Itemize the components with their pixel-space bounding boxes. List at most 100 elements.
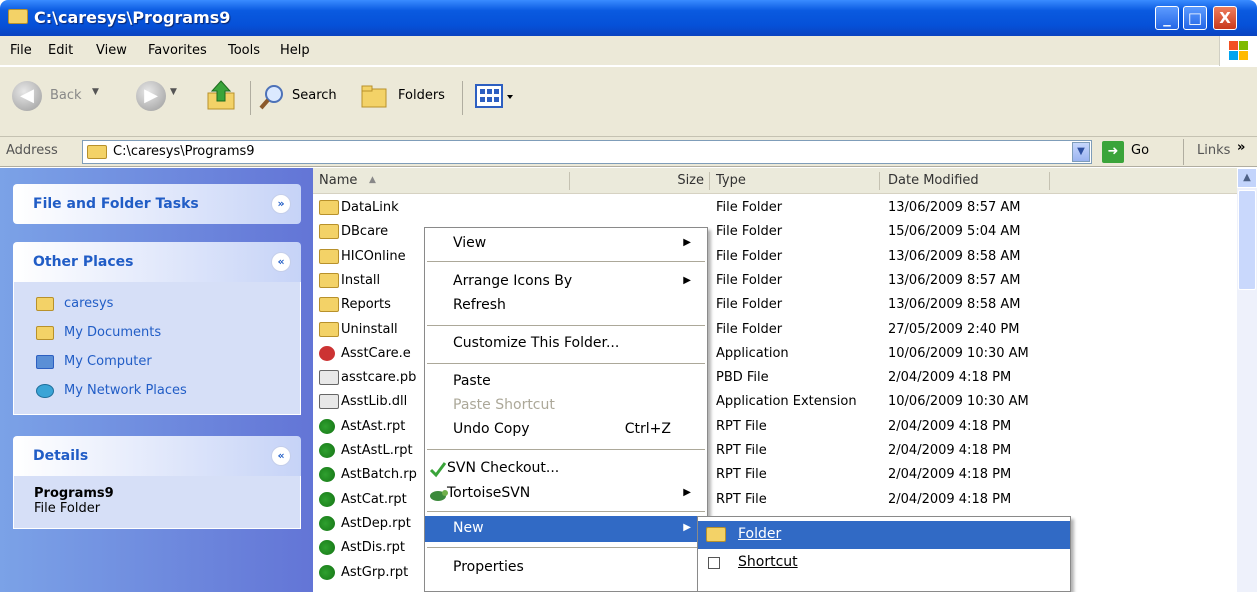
file-name[interactable]: AsstCare.e xyxy=(341,342,411,366)
menu-item-paste[interactable]: Paste xyxy=(425,369,707,395)
search-button[interactable]: Search xyxy=(292,88,337,103)
place-my-network-places[interactable]: My Network Places xyxy=(14,377,300,406)
file-name[interactable]: DataLink xyxy=(341,196,399,220)
file-name[interactable]: AsstLib.dll xyxy=(341,390,407,414)
column-name[interactable]: Name ▲ xyxy=(313,168,570,194)
column-date[interactable]: Date Modified xyxy=(880,168,1050,194)
folders-icon[interactable] xyxy=(360,83,390,109)
up-folder-icon[interactable] xyxy=(206,79,236,111)
column-type[interactable]: Type xyxy=(710,168,880,194)
menu-item-new[interactable]: New ▶ xyxy=(425,516,707,542)
menu-file[interactable]: File xyxy=(10,43,32,58)
details-header[interactable]: Details « xyxy=(13,436,301,476)
go-arrow-icon[interactable]: ➜ xyxy=(1102,141,1124,163)
submenu-item-label: Shortcut xyxy=(738,554,798,570)
folder-icon xyxy=(319,200,339,215)
place-caresys[interactable]: caresys xyxy=(14,290,300,319)
links-button[interactable]: Links xyxy=(1197,143,1230,158)
links-chevron-icon[interactable]: » xyxy=(1237,140,1245,155)
file-name[interactable]: HICOnline xyxy=(341,245,406,269)
details-panel: Details « Programs9 File Folder xyxy=(13,436,301,529)
file-row[interactable]: DataLink File Folder 13/06/2009 8:57 AM xyxy=(313,196,1073,220)
file-name[interactable]: Uninstall xyxy=(341,318,398,342)
other-places-header[interactable]: Other Places « xyxy=(13,242,301,282)
file-name[interactable]: DBcare xyxy=(341,220,388,244)
address-input[interactable]: C:\caresys\Programs9 ▼ xyxy=(82,140,1092,164)
file-name[interactable]: AstDis.rpt xyxy=(341,536,405,560)
expand-icon[interactable]: » xyxy=(271,194,291,214)
submenu-item-folder[interactable]: Folder xyxy=(698,521,1070,549)
maximize-button[interactable]: □ xyxy=(1183,6,1207,30)
place-label[interactable]: My Network Places xyxy=(64,383,187,398)
back-dropdown-icon[interactable]: ▼ xyxy=(92,87,99,97)
folder-icon xyxy=(319,321,339,337)
menu-edit[interactable]: Edit xyxy=(48,43,73,58)
menu-item-label: Refresh xyxy=(453,297,506,313)
menu-item-label: Paste xyxy=(453,373,491,389)
file-name[interactable]: AstGrp.rpt xyxy=(341,561,408,585)
forward-arrow-icon[interactable]: ▶ xyxy=(136,81,166,111)
details-body: Programs9 File Folder xyxy=(13,476,301,529)
place-label[interactable]: My Documents xyxy=(64,325,161,340)
file-date: 13/06/2009 8:57 AM xyxy=(888,200,1021,215)
file-date: 10/06/2009 10:30 AM xyxy=(888,345,1029,361)
column-size[interactable]: Size xyxy=(570,168,710,194)
file-name[interactable]: AstCat.rpt xyxy=(341,488,407,512)
file-name[interactable]: AstAstL.rpt xyxy=(341,439,413,463)
search-icon[interactable] xyxy=(258,83,286,111)
file-name[interactable]: AstBatch.rp xyxy=(341,463,417,487)
file-folder-tasks-header[interactable]: File and Folder Tasks » xyxy=(13,184,301,224)
menu-item-arrange-icons[interactable]: Arrange Icons By ▶ xyxy=(425,269,707,295)
back-arrow-icon[interactable]: ◀ xyxy=(12,81,42,111)
vertical-scrollbar[interactable]: ▲ xyxy=(1237,168,1257,592)
close-button[interactable]: X xyxy=(1213,6,1237,30)
report-file-icon xyxy=(319,418,335,434)
menu-favorites[interactable]: Favorites xyxy=(148,43,207,58)
place-label[interactable]: My Computer xyxy=(64,354,152,369)
menu-item-refresh[interactable]: Refresh xyxy=(425,293,707,319)
collapse-icon[interactable]: « xyxy=(271,252,291,272)
file-date: 2/04/2009 4:18 PM xyxy=(888,443,1012,458)
file-name[interactable]: AstAst.rpt xyxy=(341,415,405,439)
scroll-up-icon[interactable]: ▲ xyxy=(1237,168,1257,188)
submenu-item-label: Folder xyxy=(738,526,782,542)
menu-tools[interactable]: Tools xyxy=(228,43,260,58)
submenu-arrow-icon: ▶ xyxy=(683,275,691,286)
file-date: 2/04/2009 4:18 PM xyxy=(888,370,1012,386)
menu-item-svn-checkout[interactable]: SVN Checkout... xyxy=(425,456,707,482)
scroll-thumb[interactable] xyxy=(1238,190,1256,290)
collapse-icon[interactable]: « xyxy=(271,446,291,466)
menu-item-view[interactable]: View ▶ xyxy=(425,231,707,257)
menu-view[interactable]: View xyxy=(96,43,127,58)
menu-item-label: SVN Checkout... xyxy=(447,460,560,476)
file-name[interactable]: AstDep.rpt xyxy=(341,512,411,536)
back-button[interactable]: Back xyxy=(50,88,82,103)
folders-button[interactable]: Folders xyxy=(398,88,445,103)
go-button[interactable]: Go xyxy=(1131,143,1149,158)
folder-icon xyxy=(319,248,339,264)
file-name[interactable]: asstcare.pb xyxy=(341,366,416,390)
submenu-arrow-icon: ▶ xyxy=(683,487,691,498)
menu-item-tortoisesvn[interactable]: TortoiseSVN ▶ xyxy=(425,481,707,507)
minimize-button[interactable]: _ xyxy=(1155,6,1179,30)
submenu-item-shortcut[interactable]: Shortcut xyxy=(698,549,1070,577)
panel-title: Details xyxy=(33,448,89,464)
file-name[interactable]: Install xyxy=(341,269,380,293)
menu-separator xyxy=(427,511,705,512)
panel-title: Other Places xyxy=(33,254,134,270)
address-path[interactable]: C:\caresys\Programs9 xyxy=(113,144,255,159)
menu-item-customize-folder[interactable]: Customize This Folder... xyxy=(425,331,707,357)
menu-help[interactable]: Help xyxy=(280,43,310,58)
forward-dropdown-icon[interactable]: ▼ xyxy=(170,87,177,97)
address-dropdown-icon[interactable]: ▼ xyxy=(1072,142,1090,162)
menu-item-undo-copy[interactable]: Undo Copy Ctrl+Z xyxy=(425,417,707,443)
menu-item-label: View xyxy=(453,235,487,251)
place-label[interactable]: caresys xyxy=(64,296,113,311)
panel-title: File and Folder Tasks xyxy=(33,196,199,212)
links-separator xyxy=(1183,139,1184,165)
views-button[interactable] xyxy=(474,81,518,111)
place-my-documents[interactable]: My Documents xyxy=(14,319,300,348)
file-name[interactable]: Reports xyxy=(341,293,391,317)
place-my-computer[interactable]: My Computer xyxy=(14,348,300,377)
menu-item-properties[interactable]: Properties xyxy=(425,555,707,581)
